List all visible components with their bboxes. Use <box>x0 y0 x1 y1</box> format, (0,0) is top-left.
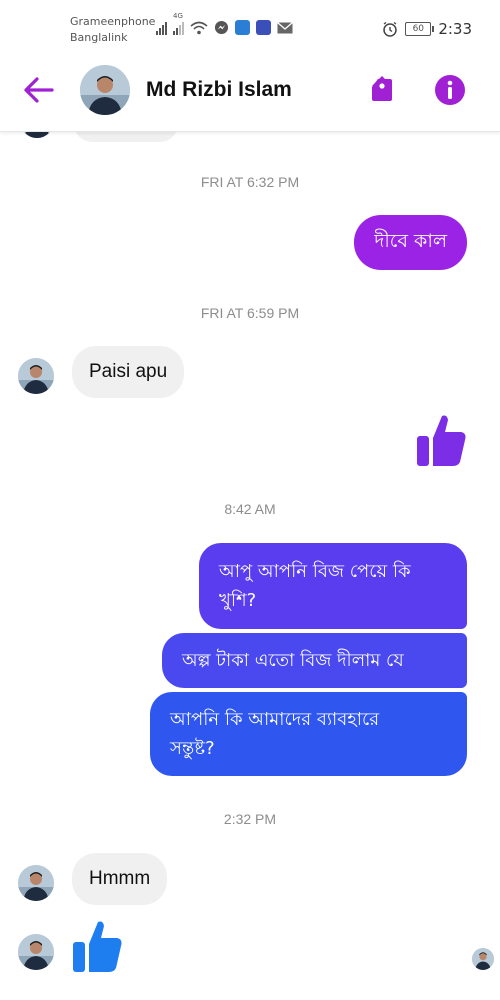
back-arrow-icon[interactable] <box>22 74 56 106</box>
outgoing-message[interactable]: আপনি কি আমাদের ব্যাবহারে সন্তুষ্ট? <box>150 692 467 776</box>
alarm-icon <box>383 21 398 37</box>
contact-avatar-small[interactable] <box>18 865 54 901</box>
incoming-message[interactable]: Hmmm <box>72 853 168 905</box>
status-right: 60 2:33 <box>382 20 472 38</box>
app-notification-icon <box>235 20 250 35</box>
conversation-header: Md Rizbi Islam <box>0 48 500 132</box>
contact-name[interactable]: Md Rizbi Islam <box>146 78 292 102</box>
signal-2-icon: 4G <box>173 12 184 35</box>
message-line: আপনি কি আমাদের ব্যাবহারে <box>170 709 380 730</box>
outgoing-message[interactable]: আপু আপনি বিজ পেয়ে কি খুশি? <box>199 543 467 629</box>
outgoing-message[interactable]: অল্প টাকা এতো বিজ দীলাম যে <box>162 633 467 688</box>
info-icon[interactable] <box>434 74 466 106</box>
outgoing-message[interactable]: দীবে কাল <box>354 215 467 270</box>
timestamp: FRI AT 6:59 PM <box>200 305 300 321</box>
status-icons: 4G <box>156 12 293 35</box>
like-received-icon[interactable] <box>70 918 124 974</box>
like-sent-icon[interactable] <box>414 412 468 468</box>
mail-icon <box>277 21 293 33</box>
incoming-message[interactable]: Paisi apu <box>72 346 185 398</box>
contact-avatar-small[interactable] <box>18 358 54 394</box>
carrier-2-label: Banglalink <box>70 31 128 44</box>
message-line: আপু আপনি বিজ পেয়ে কি <box>219 561 411 582</box>
messenger-icon <box>214 20 229 35</box>
seen-avatar <box>472 948 494 970</box>
timestamp: 2:32 PM <box>223 811 277 827</box>
battery-icon: 60 <box>405 22 435 36</box>
timestamp: FRI AT 6:32 PM <box>200 174 300 190</box>
contact-avatar[interactable] <box>80 65 130 115</box>
status-bar: Grameenphone Banglalink 4G 60 2:33 <box>0 0 500 48</box>
message-line: খুশি? <box>219 590 257 611</box>
carrier-1-label: Grameenphone <box>70 15 156 28</box>
clock-label: 2:33 <box>438 20 472 38</box>
signal-1-icon <box>156 21 167 35</box>
tag-icon[interactable] <box>368 75 396 105</box>
wifi-icon <box>190 21 208 34</box>
message-line: সন্তুষ্ট? <box>170 738 215 759</box>
app-notification-2-icon <box>256 20 271 35</box>
timestamp: 8:42 AM <box>224 501 276 517</box>
contact-avatar-small[interactable] <box>18 934 54 970</box>
network-type-label: 4G <box>173 11 183 20</box>
